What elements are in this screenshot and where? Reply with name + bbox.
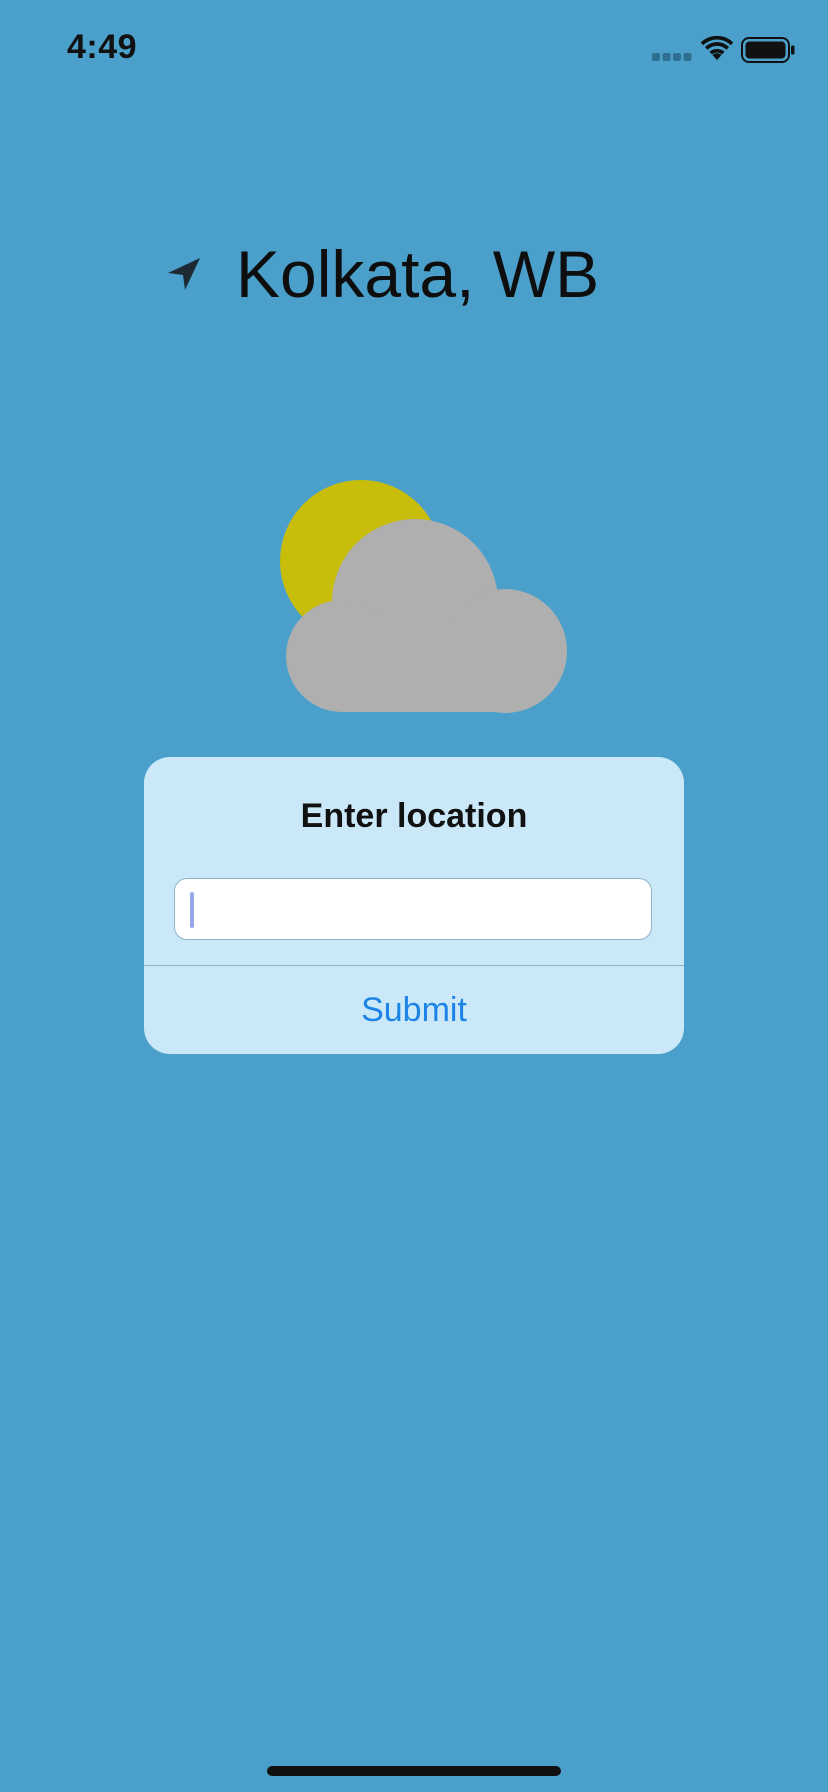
submit-button[interactable]: Submit [144,966,684,1054]
home-indicator[interactable] [267,1766,561,1776]
location-input[interactable] [174,878,652,940]
text-cursor [190,892,194,928]
status-time: 4:49 [67,28,138,66]
wifi-icon [700,36,734,60]
battery-icon [741,37,795,63]
city-name: Kolkata, WB [236,237,600,311]
dialog-title: Enter location [300,797,528,835]
status-bar: 4:49 [0,0,828,100]
enter-location-dialog: Enter location Submit [144,757,684,1054]
cellular-signal-icon [652,53,692,61]
partly-cloudy-icon [280,480,567,713]
location-header: Kolkata, WB [0,230,828,320]
location-arrow-icon[interactable] [164,254,204,294]
